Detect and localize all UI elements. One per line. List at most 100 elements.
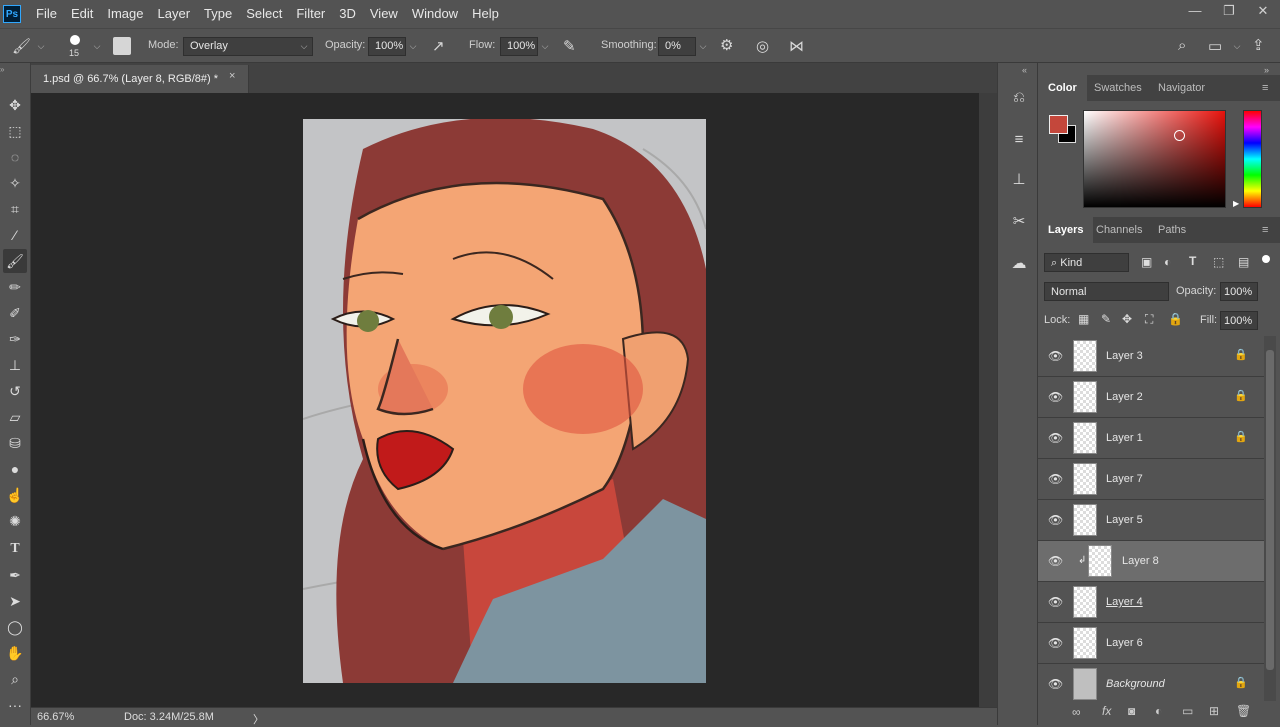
marquee-tool-icon[interactable]: ⬚ bbox=[3, 119, 27, 143]
artwork-canvas[interactable] bbox=[303, 119, 706, 683]
fill-input[interactable]: 100% bbox=[1220, 311, 1258, 330]
workspace-icon[interactable]: ▭ bbox=[1208, 37, 1222, 55]
zoom-level[interactable]: 66.67% bbox=[37, 711, 74, 723]
lock-pixels-icon[interactable]: ✎ bbox=[1101, 312, 1111, 326]
menu-select[interactable]: Select bbox=[239, 0, 289, 28]
paint-bucket-tool-icon[interactable]: ⛁ bbox=[3, 431, 27, 455]
mode-chevron-icon[interactable]: ⌵ bbox=[297, 37, 311, 56]
delete-layer-icon[interactable]: 🗑 bbox=[1236, 704, 1251, 718]
menu-view[interactable]: View bbox=[363, 0, 405, 28]
gear-icon[interactable]: ⚙ bbox=[720, 36, 733, 54]
pencil-tool-icon[interactable]: ✏ bbox=[3, 275, 27, 299]
color-field[interactable] bbox=[1083, 110, 1226, 208]
smoothing-chevron-icon[interactable]: ⌵ bbox=[696, 37, 710, 56]
smoothing-input[interactable]: 0% bbox=[658, 37, 696, 56]
menu-type[interactable]: Type bbox=[197, 0, 239, 28]
layer-row[interactable]: 👁 Layer 4 bbox=[1038, 582, 1264, 623]
eye-icon[interactable]: 👁 bbox=[1048, 554, 1063, 568]
tab-swatches[interactable]: Swatches bbox=[1094, 75, 1142, 101]
tool-presets-panel-icon[interactable]: ✂ bbox=[1008, 211, 1030, 233]
tab-layers[interactable]: Layers bbox=[1038, 217, 1094, 243]
minimize-icon[interactable]: — bbox=[1178, 0, 1212, 28]
share-icon[interactable]: ⇪ bbox=[1252, 36, 1265, 54]
filter-toggle-icon[interactable] bbox=[1262, 255, 1270, 263]
close-icon[interactable]: × bbox=[229, 70, 235, 82]
brush-settings-icon[interactable] bbox=[113, 37, 131, 55]
search-icon[interactable]: ⌕ bbox=[1178, 37, 1186, 54]
layer-row[interactable]: 👁 Layer 3 🔒 bbox=[1038, 336, 1264, 377]
zoom-tool-icon[interactable]: ⌕ bbox=[3, 667, 27, 691]
new-group-icon[interactable]: ▭ bbox=[1182, 704, 1193, 718]
smart-object-filter-icon[interactable]: ▤ bbox=[1238, 255, 1249, 269]
layer-row[interactable]: 👁 Layer 6 bbox=[1038, 623, 1264, 664]
brush-tool-icon[interactable]: 🖌 bbox=[12, 37, 31, 55]
add-mask-icon[interactable]: ◙ bbox=[1128, 704, 1135, 718]
collapse-tools-icon[interactable]: » bbox=[0, 65, 4, 74]
workspace-chevron-icon[interactable]: ⌵ bbox=[1230, 37, 1244, 56]
layer-style-icon[interactable]: fx bbox=[1102, 704, 1111, 718]
clone-stamp-tool-icon[interactable]: ⊥ bbox=[3, 353, 27, 377]
layer-row[interactable]: 👁 Background 🔒 bbox=[1038, 664, 1264, 701]
foreground-color-swatch[interactable] bbox=[1049, 115, 1068, 134]
hue-slider-handle-icon[interactable]: ▶ bbox=[1233, 199, 1239, 208]
layer-row[interactable]: 👁 Layer 7 bbox=[1038, 459, 1264, 500]
lock-transparency-icon[interactable]: ▦ bbox=[1078, 312, 1089, 326]
layer-row[interactable]: 👁 Layer 2 🔒 bbox=[1038, 377, 1264, 418]
path-selection-tool-icon[interactable]: ➤ bbox=[3, 589, 27, 613]
eye-icon[interactable]: 👁 bbox=[1048, 390, 1063, 404]
tool-preset-chevron-icon[interactable]: ⌵ bbox=[34, 37, 48, 56]
menu-file[interactable]: File bbox=[29, 0, 64, 28]
type-tool-icon[interactable]: T bbox=[3, 537, 27, 561]
libraries-panel-icon[interactable]: ☁ bbox=[1008, 253, 1030, 275]
flow-chevron-icon[interactable]: ⌵ bbox=[538, 37, 552, 56]
brush-tool-icon[interactable]: 🖌 bbox=[3, 249, 27, 273]
layer-row[interactable]: 👁 ↲ Layer 8 bbox=[1038, 541, 1264, 582]
opacity-input[interactable]: 100% bbox=[368, 37, 406, 56]
close-icon[interactable]: ✕ bbox=[1246, 0, 1280, 28]
history-panel-icon[interactable]: ⎌ bbox=[1008, 87, 1030, 109]
menu-help[interactable]: Help bbox=[465, 0, 506, 28]
symmetry-icon[interactable]: ⋈ bbox=[789, 37, 804, 55]
lock-all-icon[interactable]: 🔒 bbox=[1168, 312, 1183, 326]
menu-image[interactable]: Image bbox=[100, 0, 150, 28]
color-picker-handle[interactable] bbox=[1174, 130, 1185, 141]
lock-artboard-icon[interactable]: ⛶ bbox=[1145, 312, 1153, 327]
vertical-scrollbar[interactable] bbox=[979, 93, 997, 707]
hand-tool-icon[interactable]: ✋ bbox=[3, 641, 27, 665]
eye-icon[interactable]: 👁 bbox=[1048, 349, 1063, 363]
eye-icon[interactable]: 👁 bbox=[1048, 472, 1063, 486]
mixer-brush-tool-icon[interactable]: ✐ bbox=[3, 301, 27, 325]
eye-icon[interactable]: 👁 bbox=[1048, 636, 1063, 650]
layers-scrollbar-thumb[interactable] bbox=[1266, 350, 1274, 670]
menu-filter[interactable]: Filter bbox=[289, 0, 332, 28]
tab-paths[interactable]: Paths bbox=[1158, 217, 1186, 243]
opacity-chevron-icon[interactable]: ⌵ bbox=[406, 37, 420, 56]
pressure-opacity-icon[interactable]: ↗ bbox=[432, 37, 445, 55]
hue-slider[interactable] bbox=[1243, 110, 1262, 208]
collapse-panels-icon[interactable]: » bbox=[1264, 65, 1269, 75]
tab-channels[interactable]: Channels bbox=[1096, 217, 1142, 243]
eye-icon[interactable]: 👁 bbox=[1048, 513, 1063, 527]
layers-scrollbar[interactable] bbox=[1264, 336, 1276, 701]
menu-3d[interactable]: 3D bbox=[332, 0, 363, 28]
mode-select[interactable]: Overlay bbox=[183, 37, 313, 56]
eyedropper-tool-icon[interactable]: ⁄ bbox=[3, 223, 27, 247]
magic-wand-tool-icon[interactable]: ✧ bbox=[3, 171, 27, 195]
menu-edit[interactable]: Edit bbox=[64, 0, 100, 28]
canvas-area[interactable] bbox=[31, 93, 979, 707]
brush-settings-panel-icon[interactable]: ≡ bbox=[1008, 129, 1030, 151]
flow-input[interactable]: 100% bbox=[500, 37, 538, 56]
airbrush-icon[interactable]: ✎ bbox=[563, 37, 576, 55]
layer-row[interactable]: 👁 Layer 1 🔒 bbox=[1038, 418, 1264, 459]
document-tab[interactable]: 1.psd @ 66.7% (Layer 8, RGB/8#) * bbox=[31, 65, 249, 93]
eye-icon[interactable]: 👁 bbox=[1048, 595, 1063, 609]
collapse-strip-icon[interactable]: « bbox=[1022, 65, 1027, 75]
pressure-size-icon[interactable]: ◎ bbox=[756, 37, 769, 55]
layers-panel-menu-icon[interactable]: ≡ bbox=[1262, 217, 1268, 243]
ellipse-tool-icon[interactable]: ◯ bbox=[3, 615, 27, 639]
restore-icon[interactable]: ❐ bbox=[1212, 0, 1246, 28]
tab-color[interactable]: Color bbox=[1038, 75, 1087, 101]
crop-tool-icon[interactable]: ⌗ bbox=[3, 197, 27, 221]
menu-window[interactable]: Window bbox=[405, 0, 465, 28]
layer-opacity-input[interactable]: 100% bbox=[1220, 282, 1258, 301]
